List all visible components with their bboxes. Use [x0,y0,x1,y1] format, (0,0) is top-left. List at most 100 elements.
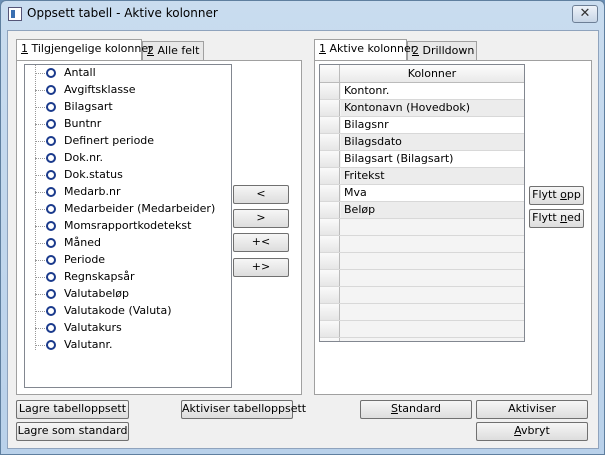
empty-table-row[interactable] [320,338,524,341]
field-node-icon [46,102,56,112]
column-cell[interactable] [341,253,524,269]
move-right-button[interactable]: > [233,209,289,228]
tree-item[interactable]: Buntnr [25,116,231,133]
empty-table-row[interactable] [320,304,524,321]
tab-active-columns[interactable]: 1 Aktive kolonner [314,39,415,60]
tab-available-columns[interactable]: 1 Tilgjengelige kolonner [16,39,153,60]
move-up-button[interactable]: Flytt opp [529,186,584,205]
row-header[interactable] [320,202,340,218]
empty-table-row[interactable] [320,270,524,287]
column-cell[interactable]: Bilagsart (Bilagsart) [341,151,524,167]
row-header[interactable] [320,100,340,116]
field-node-icon [46,170,56,180]
row-header[interactable] [320,287,340,303]
table-row[interactable]: Kontonavn (Hovedbok) [320,100,524,117]
empty-table-row[interactable] [320,219,524,236]
save-layout-button[interactable]: Lagre tabelloppsett [16,400,129,419]
field-node-icon [46,136,56,146]
row-header[interactable] [320,83,340,99]
tree-item[interactable]: Valutanr. [25,337,231,354]
title-bar[interactable]: Oppsett tabell - Aktive kolonner ✕ [1,1,604,27]
close-button[interactable]: ✕ [572,5,598,23]
active-columns-grid[interactable]: Kolonner Kontonr. Kontonavn (Hovedbok) Bil… [319,64,525,342]
table-row[interactable]: Kontonr. [320,83,524,100]
activate-button[interactable]: Aktiviser [476,400,588,419]
tree-item[interactable]: Valutabeløp [25,286,231,303]
move-left-button[interactable]: < [233,185,289,204]
tree-item[interactable]: Medarb.nr [25,184,231,201]
tab-number: 1 [319,42,326,55]
table-row[interactable]: Bilagsnr [320,117,524,134]
row-header[interactable] [320,168,340,184]
column-cell[interactable] [341,338,524,341]
tree-item-label: Valutabeløp [64,287,130,300]
tab-label: Drilldown [422,44,475,57]
row-header[interactable] [320,185,340,201]
remove-all-button[interactable]: +> [233,258,289,277]
column-cell[interactable]: Mva [341,185,524,201]
tree-item[interactable]: Dok.nr. [25,150,231,167]
right-tab-strip: 1 Aktive kolonner 2 Drilldown [314,39,594,61]
tab-number: 1 [21,42,28,55]
tab-drilldown[interactable]: 2 Drilldown [407,41,477,60]
add-all-button[interactable]: +< [233,233,289,252]
column-cell[interactable]: Bilagsdato [341,134,524,150]
row-header[interactable] [320,270,340,286]
tree-item[interactable]: Valutakode (Valuta) [25,303,231,320]
column-cell[interactable] [341,236,524,252]
empty-table-row[interactable] [320,287,524,304]
row-header[interactable] [320,134,340,150]
row-header[interactable] [320,253,340,269]
tree-item[interactable]: Bilagsart [25,99,231,116]
tree-item[interactable]: Periode [25,252,231,269]
tree-item[interactable]: Medarbeider (Medarbeider) [25,201,231,218]
row-header[interactable] [320,338,340,341]
tree-item[interactable]: Definert periode [25,133,231,150]
tree-item[interactable]: Antall [25,65,231,82]
column-cell[interactable]: Fritekst [341,168,524,184]
column-cell[interactable] [341,321,524,337]
save-default-button[interactable]: Lagre som standard [16,422,129,441]
tree-item[interactable]: Valutakurs [25,320,231,337]
row-header[interactable] [320,117,340,133]
row-header[interactable] [320,219,340,235]
standard-button[interactable]: Standard [360,400,472,419]
tree-item-label: Periode [64,253,106,266]
available-columns-tree[interactable]: Antall Avgiftsklasse Bilagsart Buntnr Define… [24,64,232,388]
table-row[interactable]: Fritekst [320,168,524,185]
row-header[interactable] [320,236,340,252]
table-row[interactable]: Beløp [320,202,524,219]
tree-item[interactable]: Avgiftsklasse [25,82,231,99]
column-cell[interactable]: Bilagsnr [341,117,524,133]
table-row[interactable]: Bilagsdato [320,134,524,151]
column-cell[interactable]: Beløp [341,202,524,218]
left-tab-panel: Antall Avgiftsklasse Bilagsart Buntnr Define… [16,60,302,395]
empty-table-row[interactable] [320,236,524,253]
column-cell[interactable] [341,219,524,235]
empty-table-row[interactable] [320,321,524,338]
tree-item[interactable]: Måned [25,235,231,252]
empty-table-row[interactable] [320,253,524,270]
column-cell[interactable] [341,287,524,303]
grid-column-header[interactable]: Kolonner [340,67,524,80]
field-node-icon [46,323,56,333]
row-header[interactable] [320,321,340,337]
tree-item[interactable]: Dok.status [25,167,231,184]
column-cell[interactable] [341,270,524,286]
column-cell[interactable]: Kontonavn (Hovedbok) [341,100,524,116]
table-row[interactable]: Bilagsart (Bilagsart) [320,151,524,168]
row-header[interactable] [320,151,340,167]
row-header[interactable] [320,304,340,320]
column-cell[interactable] [341,304,524,320]
table-row[interactable]: Mva [320,185,524,202]
tree-item[interactable]: Regnskapsår [25,269,231,286]
cancel-button[interactable]: Avbryt [476,422,588,441]
move-down-button[interactable]: Flytt ned [529,209,584,228]
activate-layout-button[interactable]: Aktiviser tabelloppsett [181,400,306,419]
tree-item-label: Buntnr [64,117,102,130]
tree-item[interactable]: Momsrapportkodetekst [25,218,231,235]
field-node-icon [46,306,56,316]
column-cell[interactable]: Kontonr. [341,83,524,99]
field-node-icon [46,204,56,214]
btn-text: vbryt [521,424,550,437]
